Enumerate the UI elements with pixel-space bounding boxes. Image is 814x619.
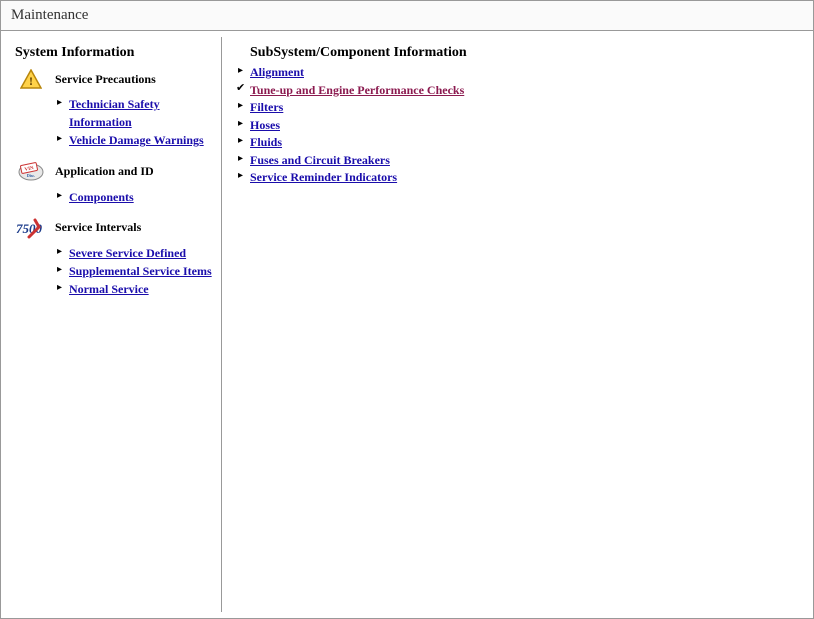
link-supplemental-service[interactable]: Supplemental Service Items — [69, 264, 212, 278]
link-fuses[interactable]: Fuses and Circuit Breakers — [250, 153, 390, 167]
subsystem-item: Tune-up and Engine Performance Checks — [234, 81, 797, 99]
interval-7500-icon: 7500 — [13, 216, 49, 240]
window-titlebar: Maintenance — [0, 0, 814, 30]
category-label: Application and ID — [55, 164, 154, 179]
warning-icon: ! — [13, 67, 49, 91]
sublist-item: Severe Service Defined — [57, 244, 215, 262]
svg-text:!: ! — [29, 74, 33, 88]
sublist-item: Components — [57, 188, 215, 206]
sublist-item: Supplemental Service Items — [57, 262, 215, 280]
subsystem-item: Fuses and Circuit Breakers — [234, 151, 797, 169]
link-alignment[interactable]: Alignment — [250, 65, 304, 79]
category-label: Service Precautions — [55, 72, 156, 87]
right-panel: SubSystem/Component Information Alignmen… — [222, 37, 807, 612]
subsystem-item: Service Reminder Indicators — [234, 168, 797, 186]
sublist-service-intervals: Severe Service Defined Supplemental Serv… — [57, 244, 215, 299]
subsystem-item: Alignment — [234, 63, 797, 81]
link-fluids[interactable]: Fluids — [250, 135, 282, 149]
sublist-item: Technician Safety Information — [57, 95, 215, 131]
subsystem-item: Fluids — [234, 133, 797, 151]
link-vehicle-damage[interactable]: Vehicle Damage Warnings — [69, 133, 204, 147]
category-application-id: VIN Disc. Application and ID — [13, 160, 215, 184]
link-service-reminder[interactable]: Service Reminder Indicators — [250, 170, 397, 184]
window-title: Maintenance — [11, 7, 88, 23]
category-service-precautions: ! Service Precautions — [13, 67, 215, 91]
category-service-intervals: 7500 Service Intervals — [13, 216, 215, 240]
link-tuneup[interactable]: Tune-up and Engine Performance Checks — [250, 83, 464, 97]
svg-text:Disc.: Disc. — [27, 173, 35, 178]
main-container: System Information ! Service Precautions… — [0, 30, 814, 619]
subsystem-item: Filters — [234, 98, 797, 116]
link-filters[interactable]: Filters — [250, 100, 283, 114]
sublist-item: Normal Service — [57, 280, 215, 298]
left-panel-title: System Information — [15, 45, 215, 61]
category-label: Service Intervals — [55, 220, 141, 235]
link-hoses[interactable]: Hoses — [250, 118, 280, 132]
link-technician-safety[interactable]: Technician Safety Information — [69, 97, 160, 129]
subsystem-list: Alignment Tune-up and Engine Performance… — [234, 63, 797, 186]
vin-disc-icon: VIN Disc. — [13, 160, 49, 184]
right-panel-title: SubSystem/Component Information — [250, 45, 797, 61]
link-severe-service[interactable]: Severe Service Defined — [69, 246, 186, 260]
link-normal-service[interactable]: Normal Service — [69, 282, 149, 296]
subsystem-item: Hoses — [234, 116, 797, 134]
sublist-application-id: Components — [57, 188, 215, 206]
sublist-service-precautions: Technician Safety Information Vehicle Da… — [57, 95, 215, 150]
sublist-item: Vehicle Damage Warnings — [57, 131, 215, 149]
link-components[interactable]: Components — [69, 190, 134, 204]
left-panel: System Information ! Service Precautions… — [7, 37, 222, 612]
